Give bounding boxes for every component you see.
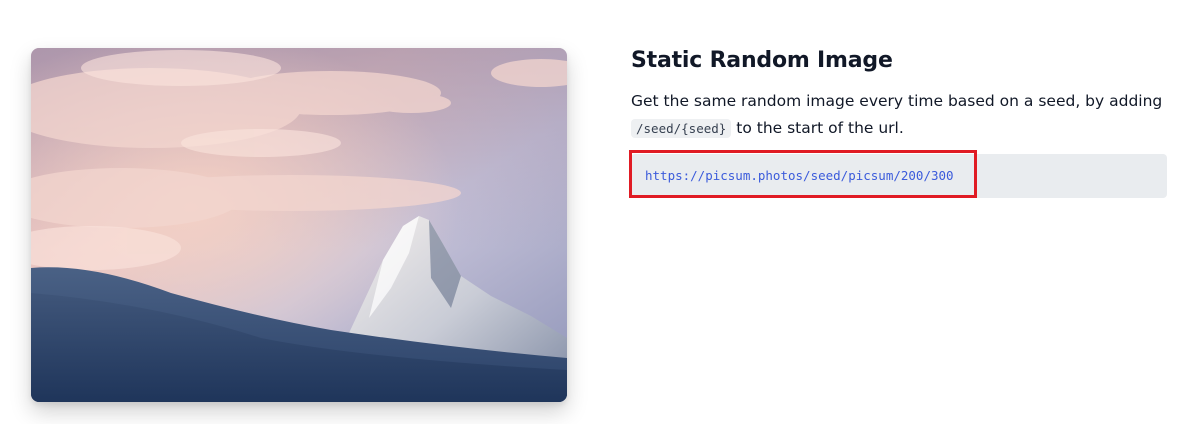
mountain-photo-illustration [31, 48, 567, 402]
seed-inline-code: /seed/{seed} [631, 119, 732, 138]
example-photo [31, 48, 567, 402]
section-description: Get the same random image every time bas… [631, 88, 1171, 142]
description-text-after: to the start of the url. [736, 119, 904, 137]
example-url[interactable]: https://picsum.photos/seed/picsum/200/30… [645, 154, 954, 198]
section-title: Static Random Image [631, 48, 893, 73]
static-random-image-section: Static Random Image Get the same random … [631, 46, 1171, 142]
description-text-before: Get the same random image every time bas… [631, 92, 1163, 110]
url-code-block: https://picsum.photos/seed/picsum/200/30… [631, 154, 1167, 198]
